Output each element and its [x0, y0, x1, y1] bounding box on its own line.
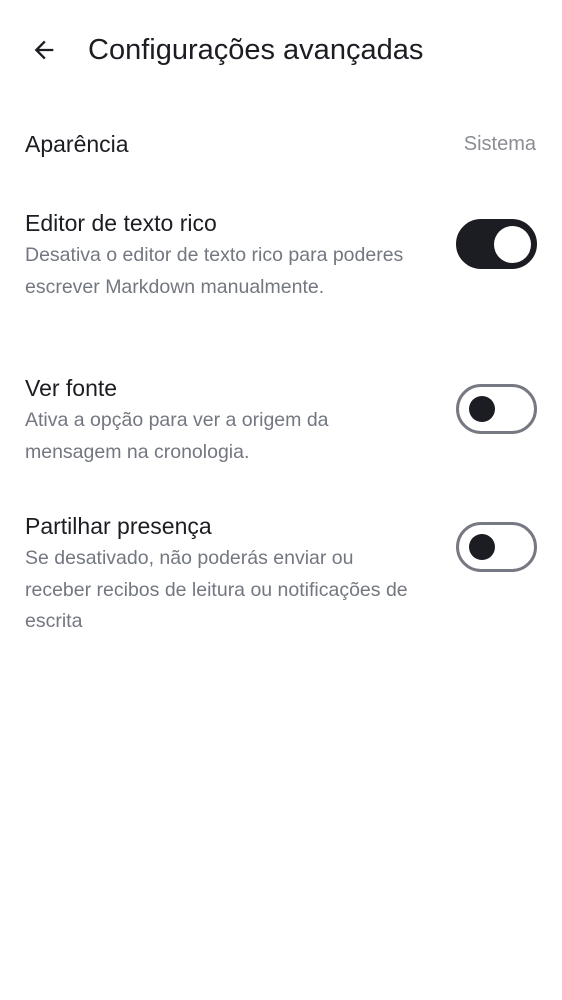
share-presence-label: Partilhar presença [25, 513, 212, 539]
share-presence-description: Se desativado, não poderás enviar ou rec… [25, 547, 408, 632]
rich-text-editor-toggle[interactable] [456, 219, 537, 269]
view-source-description: Ativa a opção para ver a origem da mensa… [25, 409, 329, 463]
rich-text-editor-setting[interactable]: Editor de texto rico Desativa o editor d… [0, 200, 562, 340]
rich-text-editor-description: Desativa o editor de texto rico para pod… [25, 244, 404, 298]
appearance-value: Sistema [463, 133, 536, 155]
toggle-knob [469, 396, 495, 422]
back-button[interactable] [22, 28, 66, 72]
appearance-label: Aparência [25, 131, 129, 157]
page-title: Configurações avançadas [88, 34, 424, 66]
toggle-knob [469, 534, 495, 560]
share-presence-toggle[interactable] [456, 522, 537, 572]
toggle-knob [494, 225, 531, 263]
view-source-label: Ver fonte [25, 375, 118, 401]
view-source-toggle[interactable] [456, 384, 537, 434]
view-source-setting[interactable]: Ver fonte Ativa a opção para ver a orige… [0, 366, 562, 472]
rich-text-editor-label: Editor de texto rico [25, 210, 217, 236]
appearance-setting[interactable]: Aparência Sistema [0, 118, 562, 170]
arrow-left-icon [34, 40, 54, 60]
share-presence-setting[interactable]: Partilhar presença Se desativado, não po… [0, 504, 562, 644]
top-app-bar: Configurações avançadas [0, 0, 562, 100]
